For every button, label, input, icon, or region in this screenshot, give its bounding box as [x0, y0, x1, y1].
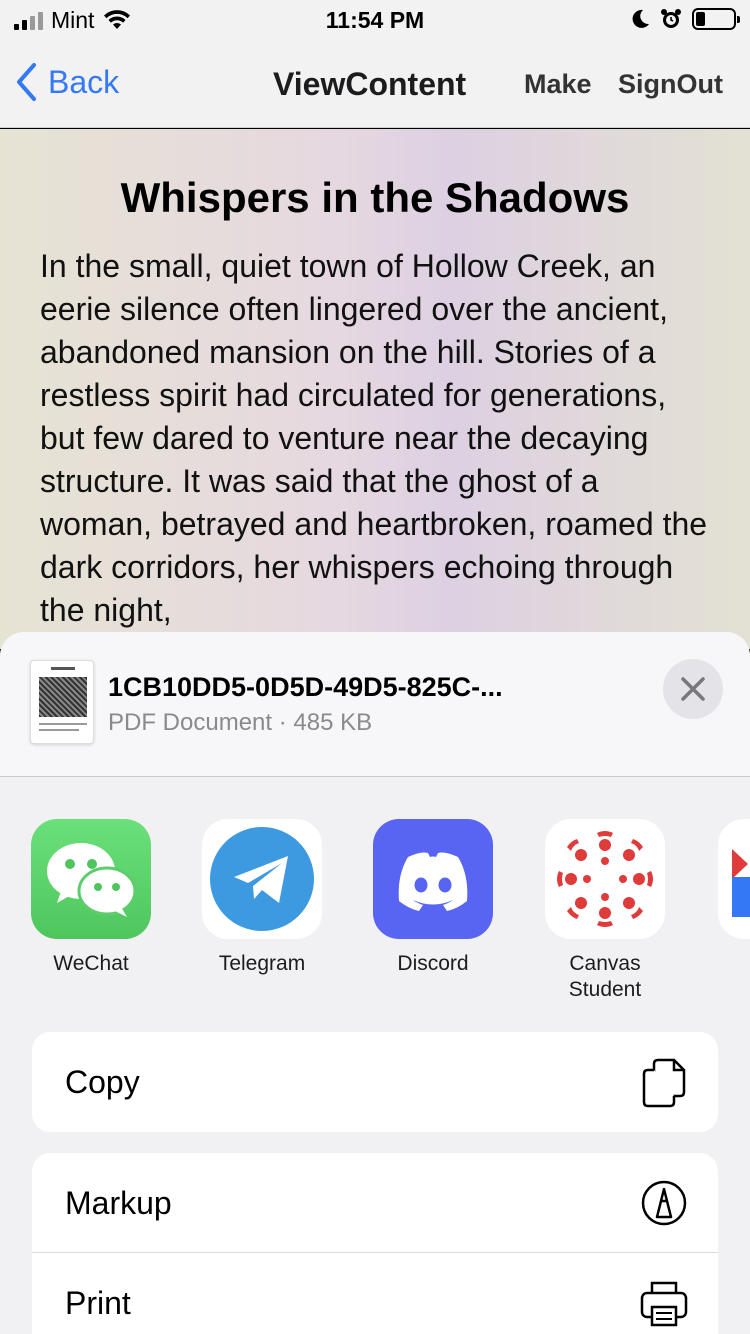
status-bar: Mint 11:54 PM — [0, 0, 750, 40]
print-action[interactable]: Print — [32, 1253, 718, 1334]
action-group-markup-print: Markup Print — [32, 1153, 718, 1334]
chevron-left-icon — [17, 63, 36, 101]
share-sheet: 1CB10DD5-0D5D-49D5-825C-... PDF Document… — [0, 632, 750, 1334]
telegram-icon — [202, 819, 322, 939]
close-button[interactable] — [663, 659, 723, 719]
app-label: Discord — [397, 952, 469, 975]
back-label: Back — [48, 64, 120, 100]
markup-action[interactable]: Markup — [32, 1153, 718, 1253]
action-group-copy: Copy — [32, 1032, 718, 1132]
make-button[interactable]: Make — [524, 66, 592, 102]
markup-icon — [641, 1180, 687, 1226]
moon-icon — [632, 9, 649, 28]
document-body: In the small, quiet town of Hollow Creek… — [40, 248, 708, 628]
document-content: Whispers in the Shadows In the small, qu… — [0, 129, 750, 649]
signout-button[interactable]: SignOut — [618, 66, 723, 102]
file-meta: PDF Document · 485 KB — [108, 709, 373, 736]
action-label: Copy — [65, 1064, 140, 1100]
navigation-bar: Back ViewContent Make SignOut — [0, 40, 750, 128]
app-icon-partial — [718, 819, 750, 939]
pdf-thumbnail — [30, 660, 94, 744]
share-sheet-header: 1CB10DD5-0D5D-49D5-825C-... PDF Document… — [0, 632, 750, 777]
app-label: WeChat — [53, 952, 129, 975]
action-label: Print — [65, 1285, 131, 1321]
discord-icon — [373, 819, 493, 939]
app-label: Telegram — [218, 952, 306, 975]
copy-icon — [642, 1058, 686, 1108]
status-right — [630, 8, 740, 30]
alarm-icon — [661, 9, 681, 28]
action-label: Markup — [65, 1185, 172, 1221]
back-button[interactable]: Back — [14, 60, 119, 104]
copy-action[interactable]: Copy — [32, 1032, 718, 1132]
battery-icon — [692, 8, 740, 30]
document-title: Whispers in the Shadows — [120, 174, 630, 221]
app-label: Canvas Student — [568, 952, 642, 1001]
share-apps-row: WeChat Telegram Discord Canvas Student — [0, 777, 750, 1027]
canvas-student-icon — [545, 819, 665, 939]
wechat-icon — [31, 819, 151, 939]
close-icon — [681, 677, 705, 701]
print-icon — [640, 1281, 688, 1327]
page-title: ViewContent — [273, 66, 467, 102]
file-name: 1CB10DD5-0D5D-49D5-825C-... — [108, 672, 503, 702]
